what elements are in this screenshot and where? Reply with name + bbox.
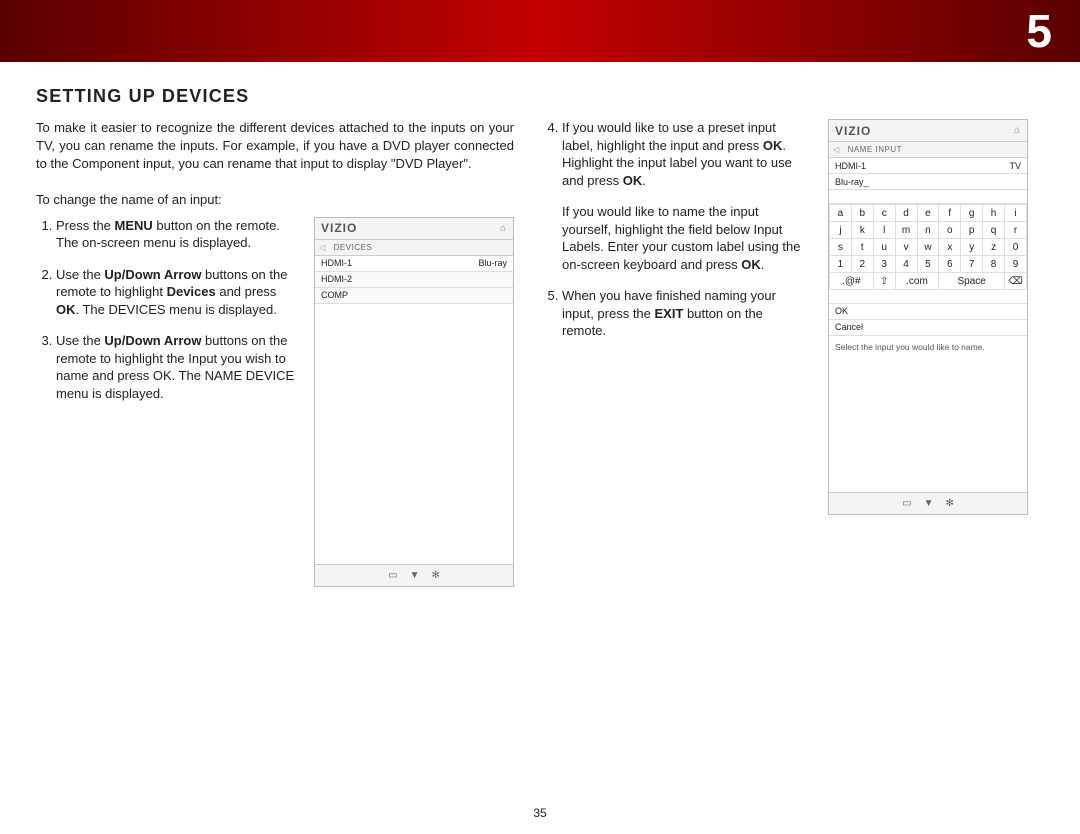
kb-key[interactable]: t: [851, 239, 873, 256]
kb-key[interactable]: r: [1005, 222, 1027, 239]
step-4-alt: If you would like to name the input your…: [542, 203, 808, 273]
kb-key[interactable]: h: [983, 205, 1005, 222]
kb-key[interactable]: 0: [1005, 239, 1027, 256]
devices-menu-mock: VIZIO ⌂ ◁ DEVICES HDMI-1 Blu-ray HDMI-2: [314, 217, 514, 587]
kb-key[interactable]: o: [939, 222, 961, 239]
kb-symbols[interactable]: .@#: [830, 273, 874, 290]
kb-key[interactable]: f: [939, 205, 961, 222]
kb-key[interactable]: 3: [873, 256, 895, 273]
menu-title: DEVICES: [334, 243, 373, 252]
menu-title: NAME INPUT: [848, 145, 902, 154]
kb-key[interactable]: y: [961, 239, 983, 256]
kb-key[interactable]: 5: [917, 256, 939, 273]
kb-key[interactable]: m: [895, 222, 917, 239]
chapter-bar: 5: [0, 0, 1080, 62]
kb-key[interactable]: p: [961, 222, 983, 239]
kb-space[interactable]: Space: [939, 273, 1005, 290]
table-row: HDMI-1 TV: [829, 158, 1027, 174]
table-row: COMP: [315, 288, 513, 304]
page-title: SETTING UP DEVICES: [36, 86, 1044, 107]
brand-label: VIZIO: [835, 124, 871, 138]
kb-key[interactable]: l: [873, 222, 895, 239]
kb-key[interactable]: a: [830, 205, 852, 222]
kb-key[interactable]: c: [873, 205, 895, 222]
hint-text: Select the input you would like to name.: [829, 336, 1027, 492]
kb-key[interactable]: g: [961, 205, 983, 222]
kb-key[interactable]: 2: [851, 256, 873, 273]
lead-text: To change the name of an input:: [36, 192, 514, 207]
kb-key[interactable]: s: [830, 239, 852, 256]
back-arrow-icon: ◁: [319, 243, 326, 252]
step-4: If you would like to use a preset input …: [562, 119, 808, 189]
kb-key[interactable]: d: [895, 205, 917, 222]
widescreen-icon: ▭: [388, 570, 397, 581]
gear-icon: ✻: [431, 570, 439, 581]
kb-key[interactable]: u: [873, 239, 895, 256]
keyboard: abcdefghi jklmnopqr stuvwxyz0 123456789 …: [829, 204, 1027, 290]
kb-key[interactable]: z: [983, 239, 1005, 256]
intro-text: To make it easier to recognize the diffe…: [36, 119, 514, 174]
table-row: Blu-ray_: [829, 174, 1027, 190]
kb-dotcom[interactable]: .com: [895, 273, 939, 290]
ok-button[interactable]: OK: [829, 304, 1027, 320]
kb-key[interactable]: i: [1005, 205, 1027, 222]
step-5: When you have finished naming your input…: [562, 287, 808, 340]
kb-key[interactable]: 6: [939, 256, 961, 273]
table-row: HDMI-1 Blu-ray: [315, 256, 513, 272]
chapter-number: 5: [1026, 4, 1052, 58]
kb-key[interactable]: j: [830, 222, 852, 239]
chevron-down-icon: ▼: [924, 498, 934, 509]
kb-key[interactable]: e: [917, 205, 939, 222]
table-row: HDMI-2: [315, 272, 513, 288]
brand-label: VIZIO: [321, 221, 357, 235]
home-icon: ⌂: [1014, 125, 1021, 136]
gear-icon: ✻: [945, 498, 953, 509]
step-2: Use the Up/Down Arrow buttons on the rem…: [56, 266, 300, 319]
kb-key[interactable]: v: [895, 239, 917, 256]
step-1: Press the MENU button on the remote. The…: [56, 217, 300, 252]
kb-key[interactable]: k: [851, 222, 873, 239]
kb-key[interactable]: n: [917, 222, 939, 239]
kb-key[interactable]: 7: [961, 256, 983, 273]
widescreen-icon: ▭: [902, 498, 911, 509]
kb-key[interactable]: x: [939, 239, 961, 256]
cancel-button[interactable]: Cancel: [829, 320, 1027, 336]
name-input-menu-mock: VIZIO ⌂ ◁ NAME INPUT HDMI-1 TV Blu-ray_: [828, 119, 1028, 515]
back-arrow-icon: ◁: [833, 145, 840, 154]
kb-backspace[interactable]: ⌫: [1005, 273, 1027, 290]
home-icon: ⌂: [500, 223, 507, 234]
kb-key[interactable]: w: [917, 239, 939, 256]
kb-key[interactable]: b: [851, 205, 873, 222]
page-number: 35: [533, 806, 546, 820]
step-3: Use the Up/Down Arrow buttons on the rem…: [56, 332, 300, 402]
kb-key[interactable]: 9: [1005, 256, 1027, 273]
chevron-down-icon: ▼: [410, 570, 420, 581]
kb-key[interactable]: 1: [830, 256, 852, 273]
kb-key[interactable]: 4: [895, 256, 917, 273]
kb-shift[interactable]: ⇧: [873, 273, 895, 290]
kb-key[interactable]: 8: [983, 256, 1005, 273]
kb-key[interactable]: q: [983, 222, 1005, 239]
